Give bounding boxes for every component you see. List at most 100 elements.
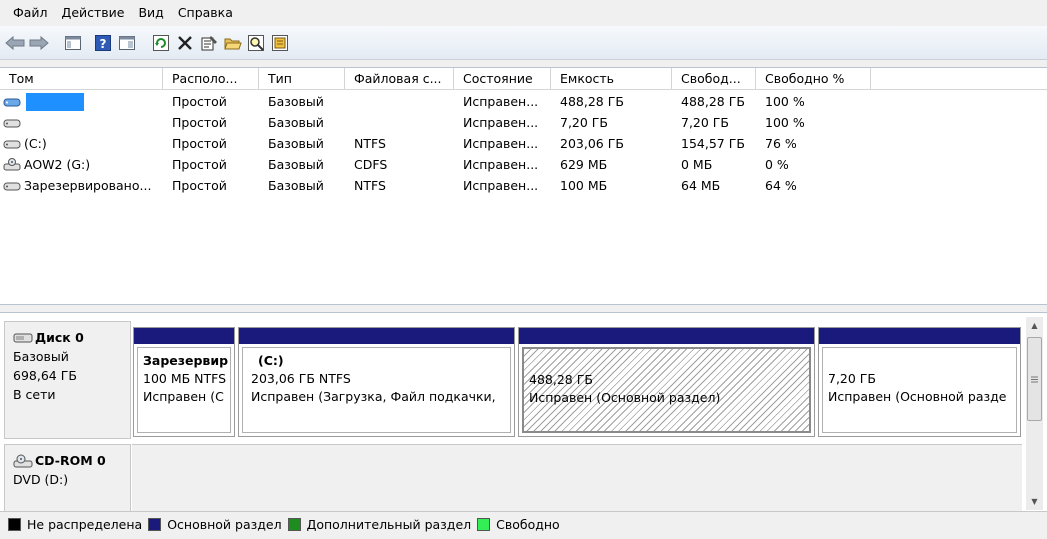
disk0-status: В сети — [13, 387, 56, 402]
capacity-cell: 100 МБ — [560, 178, 608, 193]
partition-bar — [819, 328, 1020, 344]
free-space-cell: 64 МБ — [681, 178, 721, 193]
free-percent-cell: 64 % — [765, 178, 797, 193]
column-header-status[interactable]: Состояние — [454, 68, 551, 90]
cdrom0-label[interactable]: CD-ROM 0 DVD (D:) — [4, 444, 131, 512]
partition-size: 488,28 ГБ — [529, 372, 593, 387]
status-cell: Исправен... — [463, 136, 539, 151]
volume-name-cell — [0, 116, 163, 130]
table-row[interactable]: Простой Базовый Исправен... 488,28 ГБ 48… — [0, 91, 1047, 112]
disk0-title: Диск 0 — [35, 330, 84, 345]
menu-view[interactable]: Вид — [131, 1, 170, 25]
layout-cell: Простой — [172, 157, 227, 172]
partition-title: Зарезервир — [143, 353, 229, 368]
drive-icon — [3, 140, 21, 148]
free-space-cell: 0 МБ — [681, 157, 713, 172]
layout-cell: Простой — [172, 94, 227, 109]
list-body: Простой Базовый Исправен... 488,28 ГБ 48… — [0, 91, 1047, 196]
volume-name-cell: (C:) — [0, 136, 163, 151]
volume-name-cell — [0, 92, 163, 111]
disk-map-scrollbar[interactable]: ▲ ▼ — [1026, 317, 1043, 510]
partition-bar — [519, 328, 814, 344]
legend-item-free: Свободно — [477, 517, 560, 532]
refresh-icon[interactable] — [150, 32, 172, 54]
list-header: Том Располо... Тип Файловая с... Состоян… — [0, 68, 1047, 90]
table-row[interactable]: Простой Базовый Исправен... 7,20 ГБ 7,20… — [0, 112, 1047, 133]
partition-title — [828, 352, 1016, 370]
scroll-down-icon[interactable]: ▼ — [1026, 493, 1043, 510]
back-arrow-icon[interactable] — [4, 32, 26, 54]
legend-item-unallocated: Не распределена — [8, 517, 142, 532]
partition-size: 7,20 ГБ — [828, 371, 877, 386]
disk0-type: Базовый — [13, 349, 69, 364]
column-header-free-space[interactable]: Свобод... — [672, 68, 756, 90]
column-header-capacity[interactable]: Емкость — [551, 68, 672, 90]
volume-list: Том Располо... Тип Файловая с... Состоян… — [0, 67, 1047, 305]
view-icon[interactable] — [116, 32, 138, 54]
properties-icon[interactable] — [198, 32, 220, 54]
filesystem-cell: CDFS — [354, 157, 388, 172]
partition-title: (C:) — [258, 353, 284, 368]
free-percent-cell: 0 % — [765, 157, 789, 172]
column-header-filesystem[interactable]: Файловая с... — [345, 68, 454, 90]
table-row[interactable]: Зарезервировано... Простой Базовый NTFS … — [0, 175, 1047, 196]
legend-swatch — [8, 517, 21, 531]
toolbar: ? — [0, 26, 1047, 60]
partition-unnamed-2[interactable]: 7,20 ГБ Исправен (Основной разде — [818, 327, 1021, 437]
column-header-free-percent[interactable]: Свободно % — [756, 68, 871, 90]
partition-bar — [134, 328, 234, 344]
type-cell: Базовый — [268, 157, 324, 172]
open-folder-icon[interactable] — [222, 32, 244, 54]
disk-icon — [13, 333, 33, 342]
partition-unnamed-1[interactable]: 488,28 ГБ Исправен (Основной раздел) — [518, 327, 815, 437]
table-row[interactable]: AOW2 (G:) Простой Базовый CDFS Исправен.… — [0, 154, 1047, 175]
type-cell: Базовый — [268, 136, 324, 151]
menu-action[interactable]: Действие — [55, 1, 132, 25]
partition-size: 100 МБ NTFS — [143, 371, 227, 386]
table-row[interactable]: (C:) Простой Базовый NTFS Исправен... 20… — [0, 133, 1047, 154]
column-header-layout[interactable]: Располо... — [163, 68, 259, 90]
drive-icon — [3, 119, 21, 127]
status-cell: Исправен... — [463, 115, 539, 130]
partition-title — [529, 353, 809, 371]
capacity-cell: 7,20 ГБ — [560, 115, 609, 130]
delete-icon[interactable] — [174, 32, 196, 54]
forward-arrow-icon[interactable] — [28, 32, 50, 54]
partition-bar — [239, 328, 514, 344]
capacity-cell: 488,28 ГБ — [560, 94, 624, 109]
grip-icon — [1031, 376, 1038, 382]
column-header-volume[interactable]: Том — [0, 68, 163, 90]
console-tree-icon[interactable] — [62, 32, 84, 54]
cdrom0-media-area — [132, 444, 1022, 512]
free-space-cell: 154,57 ГБ — [681, 136, 745, 151]
free-percent-cell: 100 % — [765, 94, 805, 109]
capacity-cell: 203,06 ГБ — [560, 136, 624, 151]
free-percent-cell: 76 % — [765, 136, 797, 151]
volume-name-cell: AOW2 (G:) — [0, 157, 163, 172]
partition-status: Исправен (Загрузка, Файл подкачки, — [251, 389, 496, 404]
partition-c[interactable]: (C:) 203,06 ГБ NTFS Исправен (Загрузка, … — [238, 327, 515, 437]
help-icon[interactable]: ? — [92, 32, 114, 54]
status-cell: Исправен... — [463, 157, 539, 172]
settings-icon[interactable] — [270, 32, 292, 54]
column-header-type[interactable]: Тип — [259, 68, 345, 90]
partition-reserved[interactable]: Зарезервир 100 МБ NTFS Исправен (С — [133, 327, 235, 437]
scroll-up-icon[interactable]: ▲ — [1026, 317, 1043, 334]
disk0-label[interactable]: Диск 0 Базовый 698,64 ГБ В сети — [4, 321, 131, 439]
drive-icon — [3, 182, 21, 190]
type-cell: Базовый — [268, 115, 324, 130]
free-space-cell: 7,20 ГБ — [681, 115, 730, 130]
menu-file[interactable]: Файл — [6, 1, 55, 25]
search-icon[interactable] — [246, 32, 268, 54]
scroll-thumb[interactable] — [1027, 337, 1042, 421]
disk0-size: 698,64 ГБ — [13, 368, 77, 383]
layout-cell: Простой — [172, 178, 227, 193]
partition-size: 203,06 ГБ NTFS — [251, 371, 351, 386]
menu-bar: Файл Действие Вид Справка — [0, 0, 1047, 26]
legend-swatch — [148, 517, 162, 531]
blue-drive-icon — [3, 98, 21, 106]
volume-name-cell: Зарезервировано... — [0, 178, 163, 193]
menu-help[interactable]: Справка — [171, 1, 240, 25]
svg-text:?: ? — [100, 37, 107, 51]
redacted-volume-name — [26, 92, 84, 111]
